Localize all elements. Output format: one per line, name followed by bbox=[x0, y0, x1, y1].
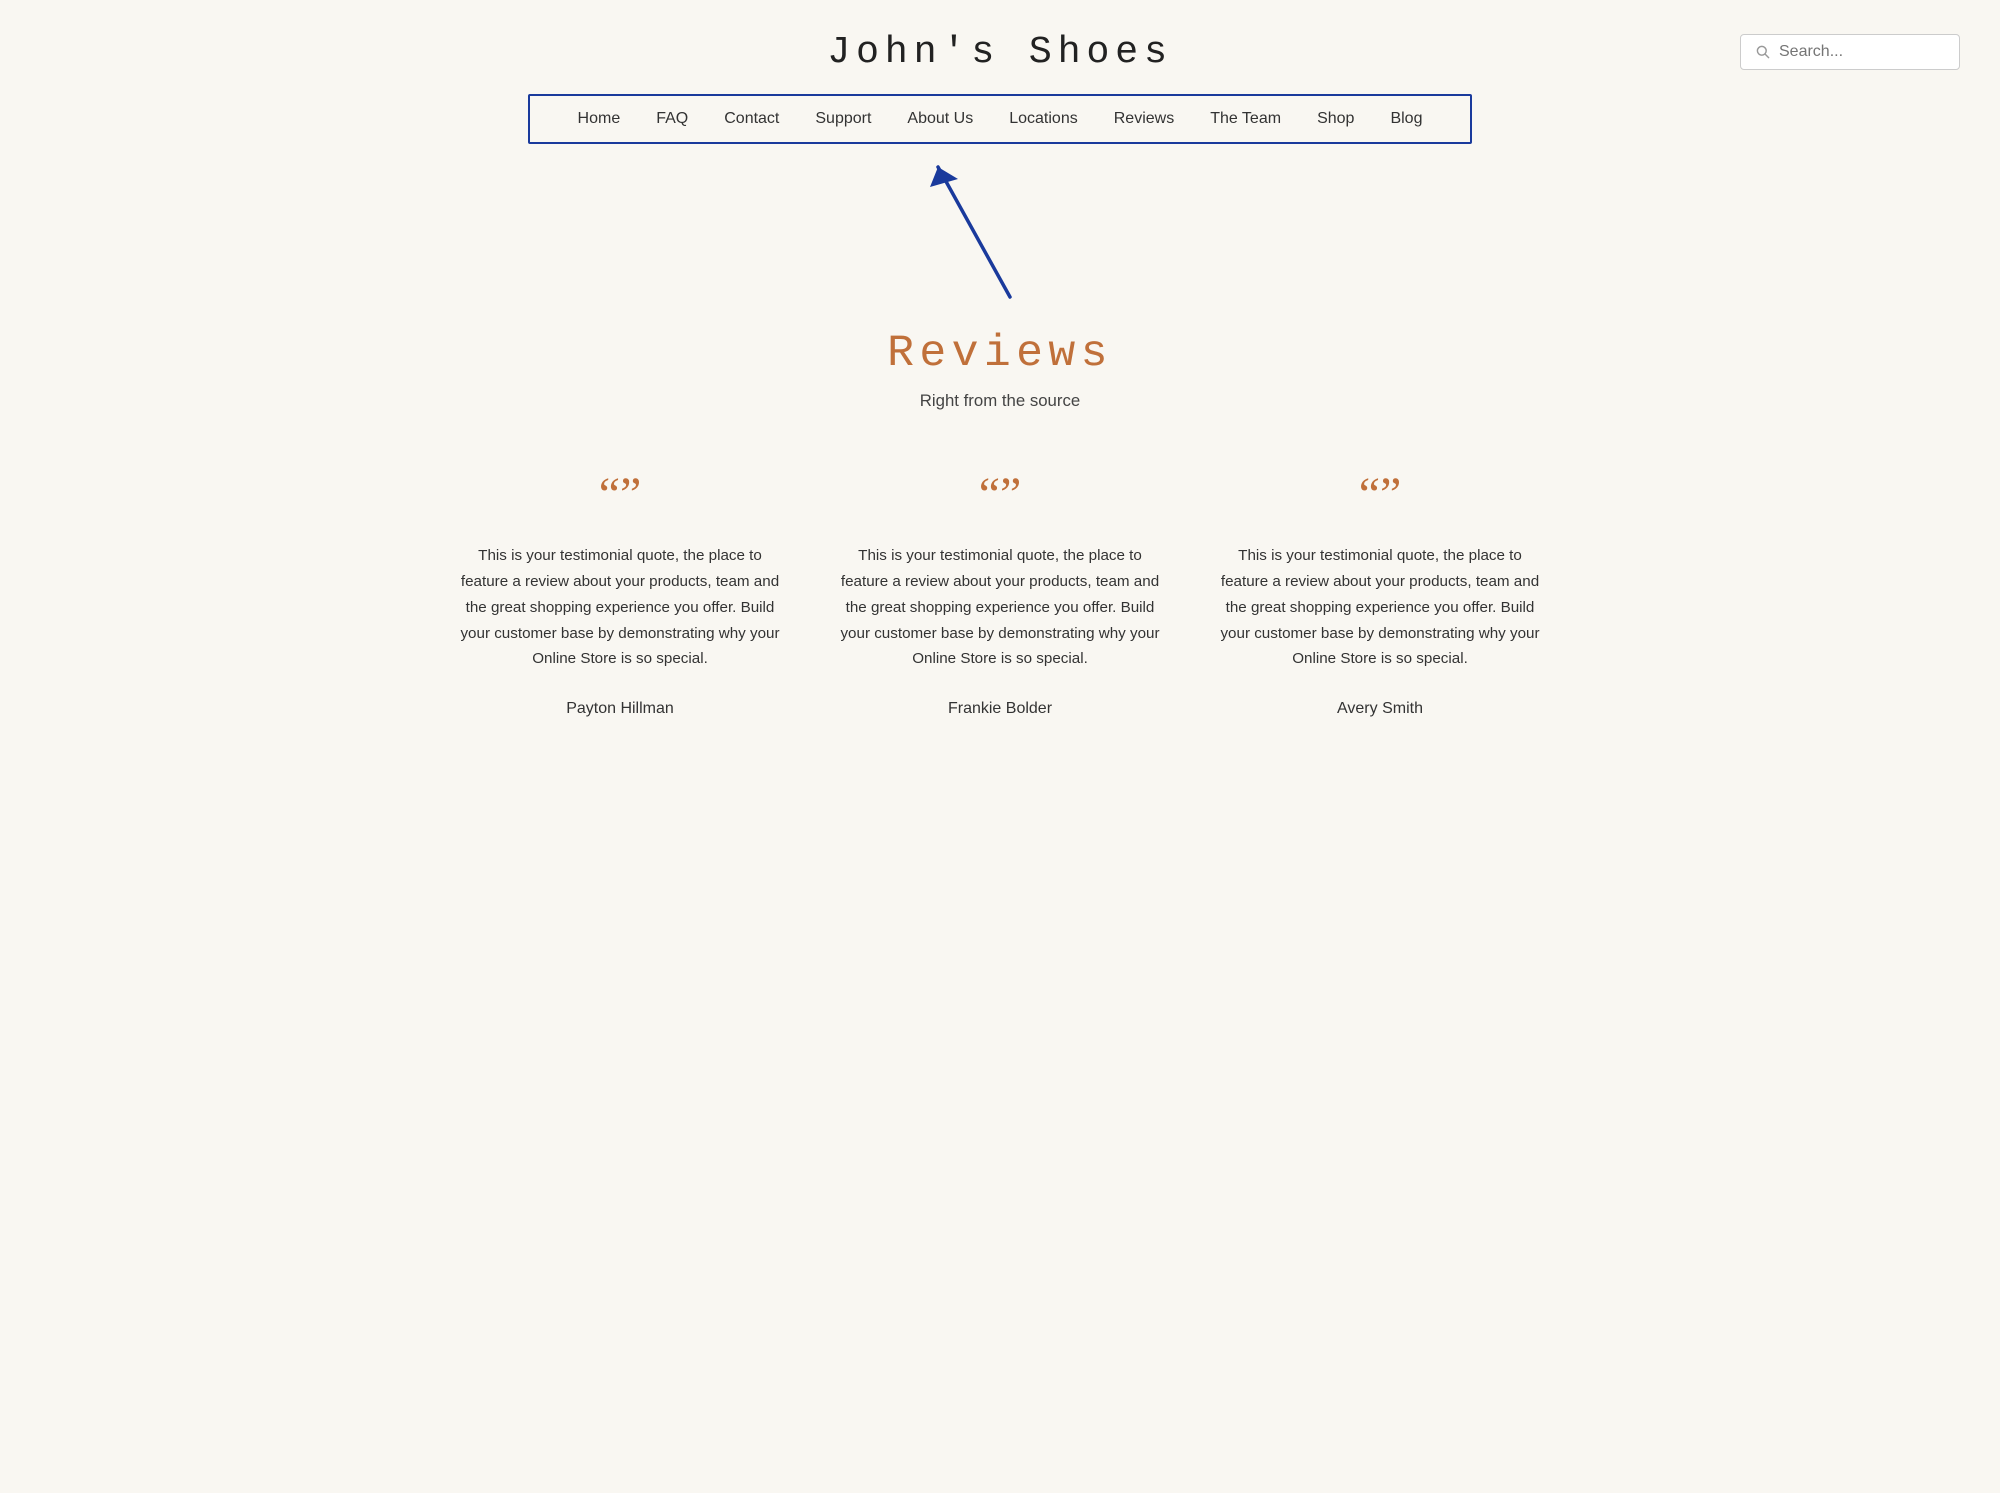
site-title: John's Shoes bbox=[40, 30, 1960, 74]
nav-item-blog[interactable]: Blog bbox=[1372, 106, 1440, 132]
nav-item-theteam[interactable]: The Team bbox=[1192, 106, 1299, 132]
nav-item-about[interactable]: About Us bbox=[889, 106, 991, 132]
nav-item-home[interactable]: Home bbox=[560, 106, 639, 132]
navigation: Home FAQ Contact Support About Us Locati… bbox=[0, 94, 2000, 154]
arrow-icon bbox=[910, 149, 1030, 304]
header: John's Shoes bbox=[0, 0, 2000, 94]
testimonial-text-1: This is your testimonial quote, the plac… bbox=[460, 543, 780, 672]
arrow-annotation bbox=[0, 149, 2000, 309]
search-box[interactable] bbox=[1740, 34, 1960, 70]
testimonial-author-2: Frankie Bolder bbox=[840, 700, 1160, 718]
search-input[interactable] bbox=[1779, 43, 1945, 61]
nav-item-shop[interactable]: Shop bbox=[1299, 106, 1372, 132]
reviews-section: Reviews Right from the source “” This is… bbox=[0, 309, 2000, 778]
nav-item-contact[interactable]: Contact bbox=[706, 106, 797, 132]
nav-item-locations[interactable]: Locations bbox=[991, 106, 1096, 132]
testimonial-author-1: Payton Hillman bbox=[460, 700, 780, 718]
nav-item-faq[interactable]: FAQ bbox=[638, 106, 706, 132]
testimonial-card-2: “” This is your testimonial quote, the p… bbox=[840, 471, 1160, 718]
testimonial-author-3: Avery Smith bbox=[1220, 700, 1540, 718]
quote-icon-1: “” bbox=[460, 471, 780, 519]
reviews-subtitle: Right from the source bbox=[40, 391, 1960, 411]
testimonial-card-3: “” This is your testimonial quote, the p… bbox=[1220, 471, 1540, 718]
search-icon bbox=[1755, 44, 1771, 60]
testimonial-text-2: This is your testimonial quote, the plac… bbox=[840, 543, 1160, 672]
nav-bar: Home FAQ Contact Support About Us Locati… bbox=[528, 94, 1473, 144]
quote-icon-2: “” bbox=[840, 471, 1160, 519]
reviews-heading: Reviews bbox=[40, 329, 1960, 379]
testimonials-grid: “” This is your testimonial quote, the p… bbox=[400, 471, 1600, 718]
quote-icon-3: “” bbox=[1220, 471, 1540, 519]
nav-item-reviews[interactable]: Reviews bbox=[1096, 106, 1192, 132]
nav-item-support[interactable]: Support bbox=[797, 106, 889, 132]
testimonial-card-1: “” This is your testimonial quote, the p… bbox=[460, 471, 780, 718]
testimonial-text-3: This is your testimonial quote, the plac… bbox=[1220, 543, 1540, 672]
